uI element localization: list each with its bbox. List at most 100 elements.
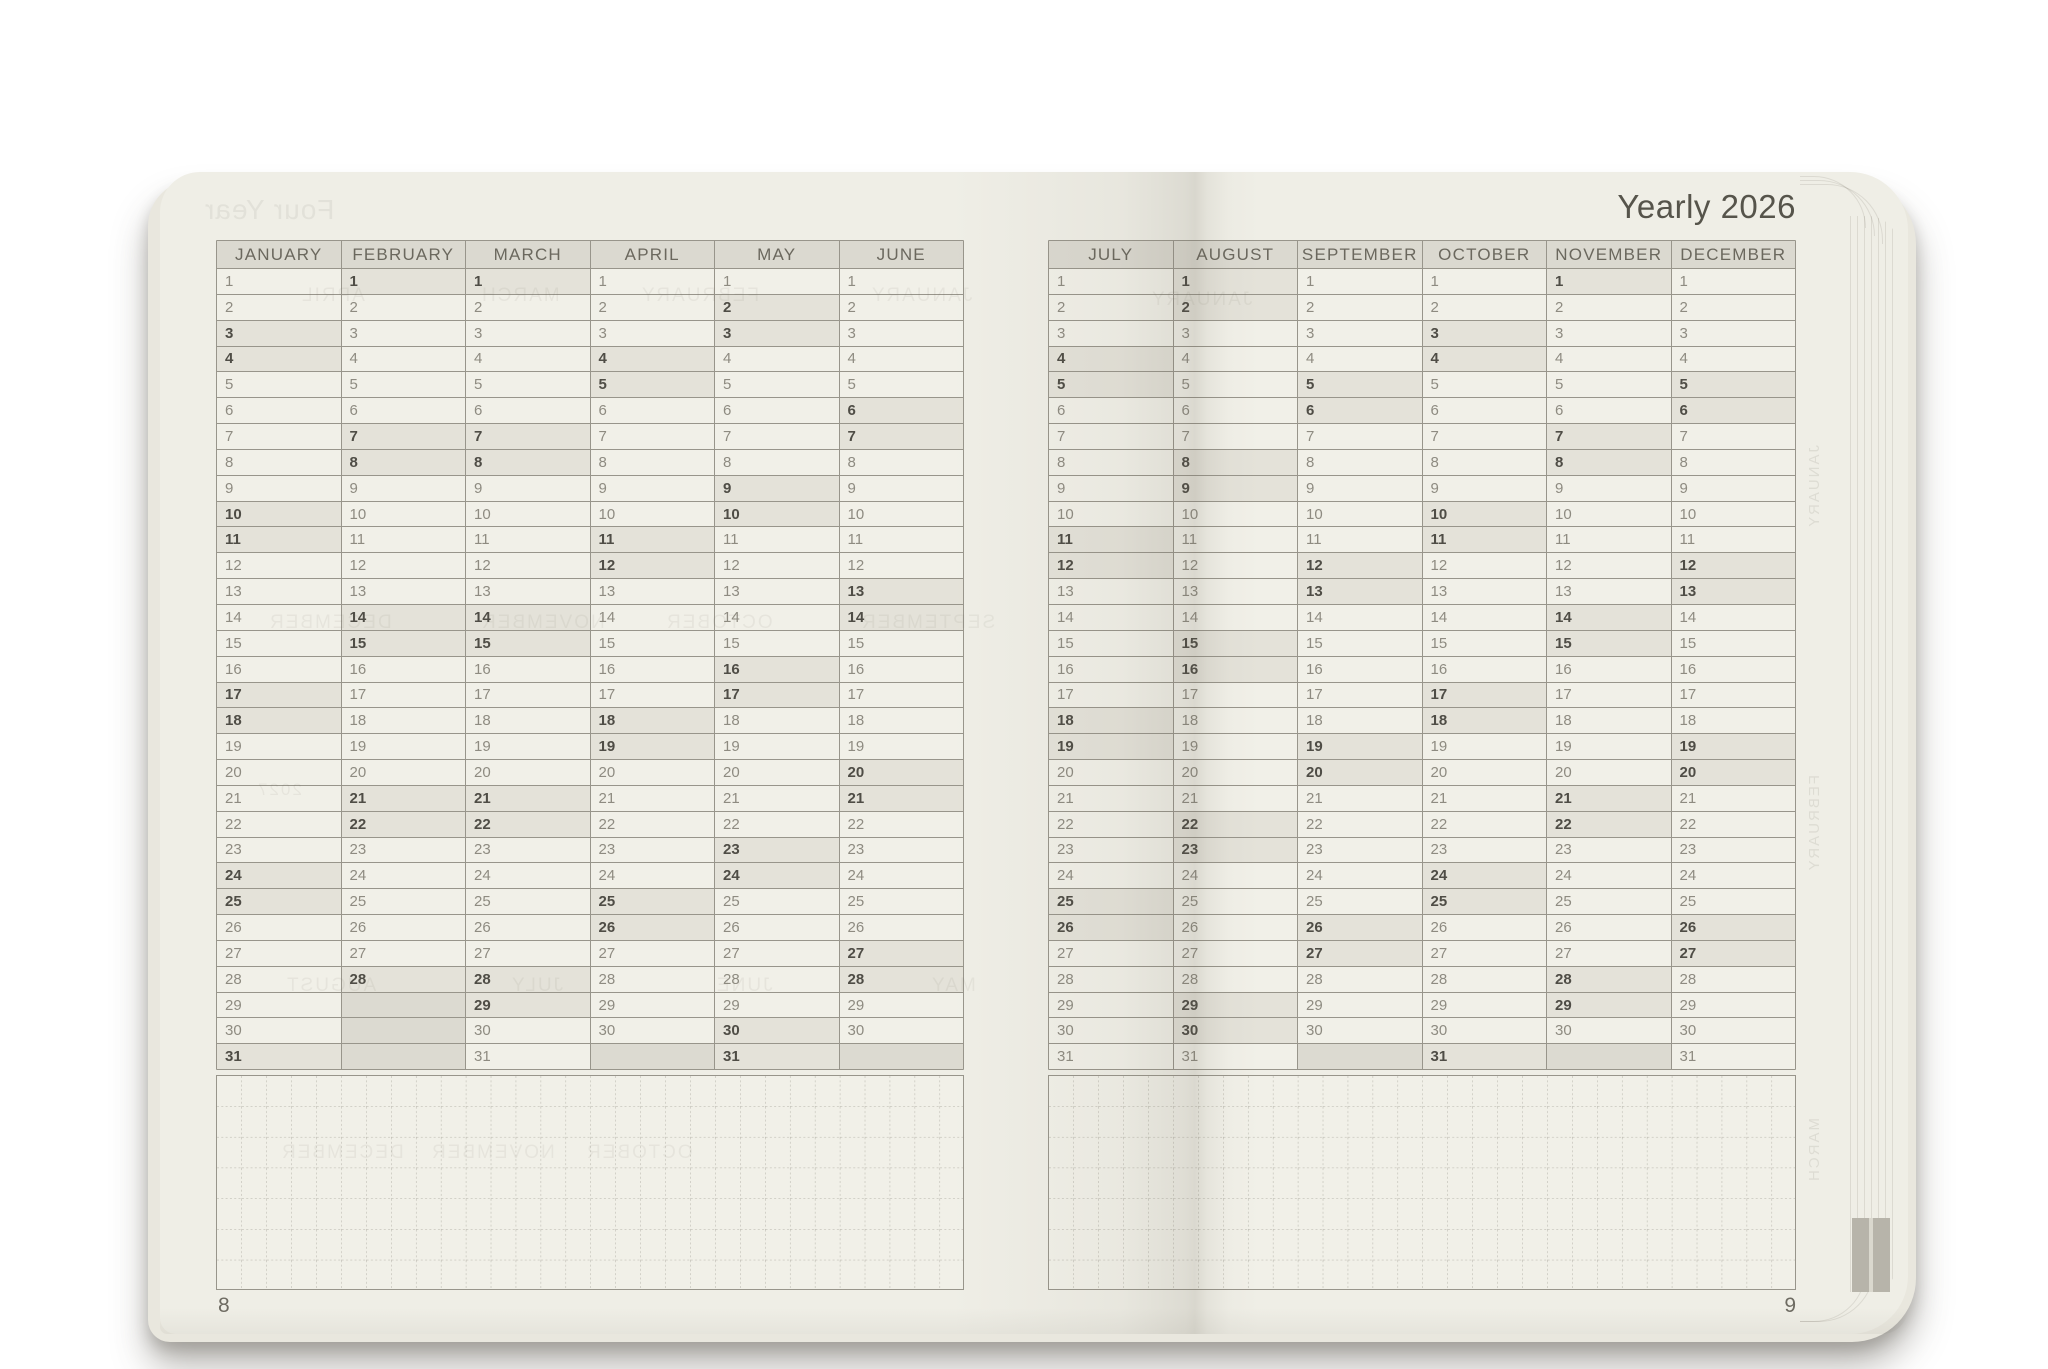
day-cell: 28 — [591, 967, 715, 992]
day-cell: 7 — [840, 424, 964, 449]
day-cell: 19 — [217, 734, 341, 759]
day-cell: 30 — [466, 1018, 590, 1043]
day-cell: 4 — [1672, 347, 1796, 372]
day-cell: 1 — [1547, 269, 1671, 294]
day-cell: 2 — [1298, 295, 1422, 320]
day-cell: 14 — [715, 605, 839, 630]
day-cell: 8 — [1547, 450, 1671, 475]
day-cell: 1 — [1174, 269, 1298, 294]
day-cell: 29 — [217, 993, 341, 1018]
day-cell: 13 — [1174, 579, 1298, 604]
month-column-july: JULY123456789101112131415161718192021222… — [1049, 241, 1173, 1069]
month-column-january: JANUARY123456789101112131415161718192021… — [217, 241, 341, 1069]
day-cell: 16 — [342, 657, 466, 682]
day-cell: 16 — [1672, 657, 1796, 682]
day-cell: 6 — [342, 398, 466, 423]
dot-grid-pattern — [217, 1076, 963, 1289]
day-cell: 2 — [1547, 295, 1671, 320]
day-cell: 23 — [342, 838, 466, 863]
day-cell: 27 — [1672, 941, 1796, 966]
day-cell: 18 — [1174, 708, 1298, 733]
day-cell: 29 — [1672, 993, 1796, 1018]
day-cell: 30 — [715, 1018, 839, 1043]
day-cell: 27 — [1049, 941, 1173, 966]
day-cell: 1 — [1672, 269, 1796, 294]
day-cell: 2 — [1672, 295, 1796, 320]
month-header: MAY — [715, 241, 839, 268]
day-cell: 5 — [1672, 372, 1796, 397]
day-cell: 14 — [840, 605, 964, 630]
edge-tab-ghost-february: FEBRUARY — [1806, 775, 1823, 872]
day-cell: 25 — [591, 889, 715, 914]
month-header: MARCH — [466, 241, 590, 268]
day-cell: 16 — [591, 657, 715, 682]
day-cell: 20 — [1298, 760, 1422, 785]
day-cell: 4 — [342, 347, 466, 372]
day-cell: 10 — [591, 502, 715, 527]
day-cell: 15 — [1298, 631, 1422, 656]
day-cell: 25 — [1174, 889, 1298, 914]
day-cell: 17 — [1174, 683, 1298, 708]
day-cell: 15 — [715, 631, 839, 656]
day-cell: 9 — [342, 476, 466, 501]
day-cell: 1 — [715, 269, 839, 294]
day-cell: 21 — [1423, 786, 1547, 811]
day-cell: 18 — [591, 708, 715, 733]
day-cell: 16 — [1547, 657, 1671, 682]
day-cell: 10 — [1298, 502, 1422, 527]
day-cell: 13 — [1423, 579, 1547, 604]
day-cell: 30 — [1423, 1018, 1547, 1043]
day-cell: 4 — [591, 347, 715, 372]
dot-grid-pattern — [1049, 1076, 1795, 1289]
day-cell: 17 — [1049, 683, 1173, 708]
day-cell: 16 — [1423, 657, 1547, 682]
day-cell: 15 — [217, 631, 341, 656]
day-cell: 6 — [1298, 398, 1422, 423]
day-cell: 30 — [840, 1018, 964, 1043]
day-cell: 24 — [840, 863, 964, 888]
day-cell: 30 — [1547, 1018, 1671, 1043]
day-cell: 27 — [591, 941, 715, 966]
day-cell: 6 — [466, 398, 590, 423]
day-cell: 3 — [466, 321, 590, 346]
day-cell: 30 — [591, 1018, 715, 1043]
day-cell: 25 — [1298, 889, 1422, 914]
day-cell: 26 — [840, 915, 964, 940]
day-cell: 21 — [840, 786, 964, 811]
ghost-bleed-title: Four Year — [204, 194, 334, 226]
day-cell: 6 — [1547, 398, 1671, 423]
dot-grid-notes-area-left — [216, 1075, 964, 1290]
day-cell: 28 — [1174, 967, 1298, 992]
day-cell: 23 — [1049, 838, 1173, 863]
day-cell: 11 — [217, 527, 341, 552]
day-cell: 17 — [715, 683, 839, 708]
day-cell: 28 — [1547, 967, 1671, 992]
month-header: AUGUST — [1174, 241, 1298, 268]
day-cell: 11 — [715, 527, 839, 552]
day-cell: 24 — [342, 863, 466, 888]
day-cell: 24 — [1547, 863, 1671, 888]
day-cell: 13 — [715, 579, 839, 604]
day-cell: 14 — [1672, 605, 1796, 630]
calendar-table-jul-dec: JULY123456789101112131415161718192021222… — [1048, 240, 1796, 1070]
day-cell: 14 — [342, 605, 466, 630]
day-cell: 10 — [1547, 502, 1671, 527]
day-cell: 1 — [840, 269, 964, 294]
day-cell: 3 — [715, 321, 839, 346]
day-cell: 10 — [1672, 502, 1796, 527]
month-header: JANUARY — [217, 241, 341, 268]
planner-photo: Four Year APRILMARCHFEBRUARYJANUARYDECEM… — [0, 0, 2048, 1369]
day-cell: 8 — [1672, 450, 1796, 475]
day-cell: 27 — [715, 941, 839, 966]
day-cell: 20 — [342, 760, 466, 785]
day-cell: 7 — [342, 424, 466, 449]
day-cell: 6 — [715, 398, 839, 423]
day-cell: 25 — [217, 889, 341, 914]
day-cell: 9 — [217, 476, 341, 501]
dot-grid-notes-area-right — [1048, 1075, 1796, 1290]
day-cell: 22 — [840, 812, 964, 837]
day-cell: 25 — [342, 889, 466, 914]
day-cell: 11 — [840, 527, 964, 552]
day-cell: 12 — [1672, 553, 1796, 578]
edge-tab-ghost-march: MARCH — [1806, 1118, 1823, 1183]
